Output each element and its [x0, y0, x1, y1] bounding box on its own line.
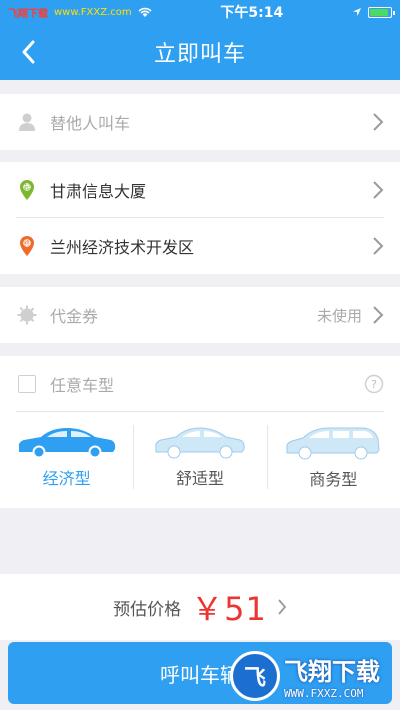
coupon-status: 未使用 [316, 306, 362, 325]
sedan-icon [155, 427, 245, 459]
divider [16, 411, 384, 412]
end-pin-icon: 终 [20, 236, 34, 256]
car-option-label: 商务型 [309, 470, 358, 489]
chevron-right-icon [373, 181, 384, 199]
end-location-label: 兰州经济技术开发区 [50, 238, 195, 257]
wifi-icon [138, 7, 152, 17]
chevron-right-icon [373, 237, 384, 255]
page-title: 立即叫车 [153, 42, 246, 67]
location-arrow-icon [353, 8, 361, 16]
coupon-row[interactable]: 代金券 未使用 [0, 287, 400, 343]
chevron-right-icon [373, 113, 384, 131]
car-option-business[interactable]: 商务型 [266, 417, 400, 497]
price-value: ￥51 [191, 590, 267, 628]
status-bar: 飞翔下载 www.FXXZ.com 下午5:14 [0, 0, 400, 24]
coupon-card: 代金券 未使用 [0, 287, 400, 343]
route-card: 起 甘肃信息大厦 终 兰州经济技术开发区 [0, 162, 400, 274]
svg-text:起: 起 [24, 184, 30, 192]
chevron-left-icon [22, 40, 35, 64]
for-others-label: 替他人叫车 [50, 114, 131, 133]
svg-text:?: ? [371, 378, 377, 391]
price-estimate[interactable]: 预估价格 ￥51 [0, 574, 400, 640]
back-button[interactable] [8, 32, 48, 72]
mpv-icon [286, 427, 380, 460]
start-pin-icon: 起 [20, 180, 34, 200]
for-others-card: 替他人叫车 [0, 94, 400, 150]
chevron-right-icon [278, 599, 287, 615]
status-time: 下午5:14 [220, 5, 284, 21]
for-others-row[interactable]: 替他人叫车 [0, 94, 400, 150]
car-type-options: 经济型 舒适型 商务型 [0, 412, 400, 502]
coupon-icon [17, 305, 37, 325]
any-car-type-row[interactable]: 任意车型 ? [0, 356, 400, 412]
end-location-row[interactable]: 终 兰州经济技术开发区 [0, 218, 400, 274]
header: 飞翔下载 www.FXXZ.com 下午5:14 立即叫车 [0, 0, 400, 80]
carrier-label: 飞翔下载 [8, 8, 48, 20]
question-icon[interactable]: ? [364, 374, 384, 394]
watermark-logo: 飞 [230, 651, 280, 701]
car-option-label: 经济型 [42, 469, 91, 488]
chevron-right-icon [373, 306, 384, 324]
start-location-label: 甘肃信息大厦 [50, 182, 147, 201]
sedan-icon [18, 428, 115, 459]
checkbox[interactable] [18, 375, 36, 393]
watermark-title: 飞翔下载 [284, 658, 380, 686]
car-option-comfort[interactable]: 舒适型 [133, 417, 266, 497]
battery-icon [368, 6, 395, 18]
watermark-url: WWW.FXXZ.COM [284, 687, 364, 700]
any-car-type-label: 任意车型 [50, 376, 115, 395]
price-label: 预估价格 [113, 599, 182, 620]
svg-text:终: 终 [24, 240, 30, 248]
person-icon [19, 113, 35, 131]
nav-bar: 立即叫车 [0, 24, 400, 80]
car-type-card: 任意车型 ? 经济型 舒适型 商务型 [0, 356, 400, 508]
coupon-label: 代金券 [50, 307, 99, 326]
start-location-row[interactable]: 起 甘肃信息大厦 [0, 162, 400, 218]
watermark: 飞 飞翔下载 WWW.FXXZ.COM [230, 648, 398, 704]
car-option-economy[interactable]: 经济型 [0, 417, 133, 497]
site-label: www.FXXZ.com [54, 6, 132, 18]
car-option-label: 舒适型 [175, 469, 224, 488]
